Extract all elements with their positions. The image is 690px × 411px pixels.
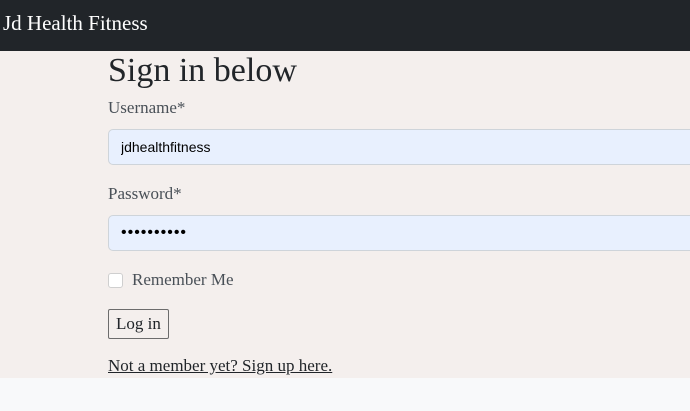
main-content: Sign in below Username* Password* Rememb… [0, 51, 690, 378]
username-input[interactable] [108, 129, 690, 165]
username-label: Username* [108, 98, 186, 117]
signup-link[interactable]: Not a member yet? Sign up here. [108, 356, 332, 376]
top-navbar: Jd Health Fitness [0, 0, 690, 51]
page-title: Sign in below [108, 52, 297, 89]
remember-me-row[interactable]: Remember Me [108, 270, 234, 290]
remember-me-checkbox[interactable] [108, 272, 123, 288]
password-label: Password* [108, 184, 182, 203]
remember-me-label[interactable]: Remember Me [132, 270, 234, 290]
login-button[interactable]: Log in [108, 309, 169, 339]
page-bottom-area [0, 378, 690, 411]
brand-link[interactable]: Jd Health Fitness [3, 11, 148, 36]
password-input[interactable] [108, 215, 690, 251]
